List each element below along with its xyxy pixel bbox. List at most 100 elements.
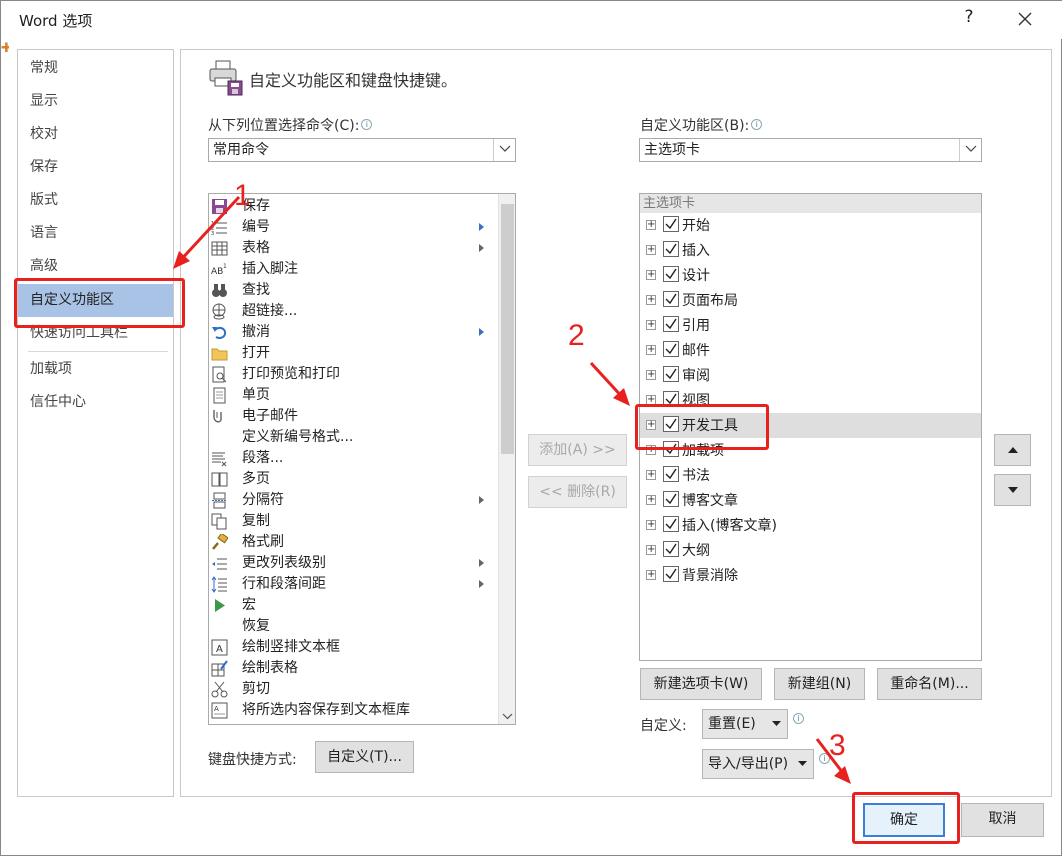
choose-commands-dropdown[interactable]: 常用命令	[208, 138, 516, 162]
tab-checkbox[interactable]	[663, 341, 679, 357]
nav-item-save[interactable]: 保存	[18, 151, 173, 184]
nav-item-general[interactable]: 常规	[18, 52, 173, 85]
command-item[interactable]: 恢复	[209, 616, 499, 637]
tab-checkbox[interactable]	[663, 241, 679, 257]
new-group-button[interactable]: 新建组(N)	[774, 668, 865, 700]
commands-list[interactable]: 保存 1 2 3 编号 表格 AB 1 插入脚注 查找 超链接... 撤消 打开 打印预览和打印 单页 电子邮…	[208, 193, 516, 725]
expand-icon[interactable]: +	[646, 370, 656, 380]
ribbon-tab-node[interactable]: + 背景消除	[640, 563, 981, 588]
info-icon: i	[751, 119, 763, 130]
break-icon	[211, 492, 228, 509]
ribbon-tab-node[interactable]: + 插入	[640, 238, 981, 263]
command-item[interactable]: 撤消	[209, 322, 499, 343]
ribbon-tab-node[interactable]: + 审阅	[640, 363, 981, 388]
import-export-dropdown-button[interactable]: 导入/导出(P)	[702, 749, 814, 779]
command-label: 更改列表级别	[242, 555, 326, 571]
tab-checkbox[interactable]	[663, 516, 679, 532]
ribbon-tab-node[interactable]: + 博客文章	[640, 488, 981, 513]
command-item[interactable]: 复制	[209, 511, 499, 532]
tab-checkbox[interactable]	[663, 541, 679, 557]
cancel-button[interactable]: 取消	[961, 803, 1044, 837]
reset-label: 重置(E)	[708, 716, 756, 732]
expand-icon[interactable]: +	[646, 295, 656, 305]
expand-icon[interactable]: +	[646, 320, 656, 330]
tab-checkbox[interactable]	[663, 216, 679, 232]
command-item[interactable]: 多页	[209, 469, 499, 490]
commands-scrollbar[interactable]	[498, 194, 515, 724]
tab-checkbox[interactable]	[663, 566, 679, 582]
ribbon-tab-node[interactable]: + 设计	[640, 263, 981, 288]
nav-item-add-ins[interactable]: 加载项	[18, 353, 173, 386]
scrollbar-thumb[interactable]	[501, 204, 514, 454]
expand-icon[interactable]: +	[646, 570, 656, 580]
command-item[interactable]: 行和段落间距	[209, 574, 499, 595]
expand-icon[interactable]: +	[646, 270, 656, 280]
info-icon: i	[793, 713, 804, 724]
ribbon-tab-node[interactable]: + 大纲	[640, 538, 981, 563]
remove-button[interactable]: << 删除(R)	[528, 476, 627, 508]
tab-checkbox[interactable]	[663, 366, 679, 382]
expand-icon[interactable]: +	[646, 495, 656, 505]
new-tab-button[interactable]: 新建选项卡(W)	[640, 668, 762, 700]
checkmark-icon	[665, 543, 677, 555]
annotation-number-3: 3	[829, 729, 846, 762]
command-item[interactable]: AB 1 插入脚注	[209, 259, 499, 280]
tab-checkbox[interactable]	[663, 291, 679, 307]
nav-item-language[interactable]: 语言	[18, 217, 173, 250]
command-item[interactable]: 打印预览和打印	[209, 364, 499, 385]
command-item[interactable]: 更改列表级别	[209, 553, 499, 574]
command-item[interactable]: 绘制表格	[209, 658, 499, 679]
tab-checkbox[interactable]	[663, 316, 679, 332]
command-item[interactable]: 段落...	[209, 448, 499, 469]
ribbon-tab-node[interactable]: + 开始	[640, 213, 981, 238]
ribbon-tab-node[interactable]: + 引用	[640, 313, 981, 338]
command-item[interactable]: 剪切	[209, 679, 499, 700]
ribbon-tabs-dropdown[interactable]: 主选项卡	[639, 138, 982, 162]
command-item[interactable]: 格式刷	[209, 532, 499, 553]
expand-icon[interactable]: +	[646, 470, 656, 480]
ribbon-tab-node[interactable]: + 插入(博客文章)	[640, 513, 981, 538]
command-item[interactable]: 定义新编号格式...	[209, 427, 499, 448]
nav-item-typography[interactable]: 版式	[18, 184, 173, 217]
command-label: 将所选内容保存到文本框库	[242, 702, 410, 718]
nav-item-proofing[interactable]: 校对	[18, 118, 173, 151]
expand-icon[interactable]: +	[646, 520, 656, 530]
ribbon-tab-node[interactable]: + 邮件	[640, 338, 981, 363]
chevron-down-icon[interactable]	[959, 139, 981, 161]
command-item[interactable]: A 绘制竖排文本框	[209, 637, 499, 658]
command-item[interactable]: 保存	[209, 196, 499, 217]
nav-item-display[interactable]: 显示	[18, 85, 173, 118]
command-item[interactable]: 单页	[209, 385, 499, 406]
reset-dropdown-button[interactable]: 重置(E)	[702, 709, 788, 739]
command-label: 段落...	[242, 450, 284, 466]
rename-button[interactable]: 重命名(M)...	[877, 668, 982, 700]
close-icon[interactable]	[1011, 5, 1039, 33]
command-item[interactable]: A 将所选内容保存到文本框库	[209, 700, 499, 721]
expand-icon[interactable]: +	[646, 545, 656, 555]
command-item[interactable]: 超链接...	[209, 301, 499, 322]
customize-shortcuts-button[interactable]: 自定义(T)...	[315, 741, 414, 773]
tab-checkbox[interactable]	[663, 466, 679, 482]
multipage-icon	[211, 471, 228, 488]
nav-item-trust-center[interactable]: 信任中心	[18, 386, 173, 419]
command-item[interactable]: 打开	[209, 343, 499, 364]
command-item[interactable]: 1 2 3 编号	[209, 217, 499, 238]
command-item[interactable]: 电子邮件	[209, 406, 499, 427]
help-button[interactable]: ?	[959, 7, 979, 27]
expand-icon[interactable]: +	[646, 220, 656, 230]
command-item[interactable]: 表格	[209, 238, 499, 259]
command-item[interactable]: 宏	[209, 595, 499, 616]
move-up-button[interactable]	[994, 434, 1031, 466]
command-item[interactable]: 分隔符	[209, 490, 499, 511]
expand-icon[interactable]: +	[646, 345, 656, 355]
chevron-down-icon[interactable]	[493, 139, 515, 161]
move-down-button[interactable]	[994, 474, 1031, 506]
command-item[interactable]: 查找	[209, 280, 499, 301]
tab-checkbox[interactable]	[663, 491, 679, 507]
annotation-box-2	[635, 404, 769, 450]
tab-checkbox[interactable]	[663, 266, 679, 282]
ribbon-tab-node[interactable]: + 页面布局	[640, 288, 981, 313]
ribbon-tab-node[interactable]: + 书法	[640, 463, 981, 488]
add-button[interactable]: 添加(A) >>	[528, 434, 627, 466]
expand-icon[interactable]: +	[646, 245, 656, 255]
